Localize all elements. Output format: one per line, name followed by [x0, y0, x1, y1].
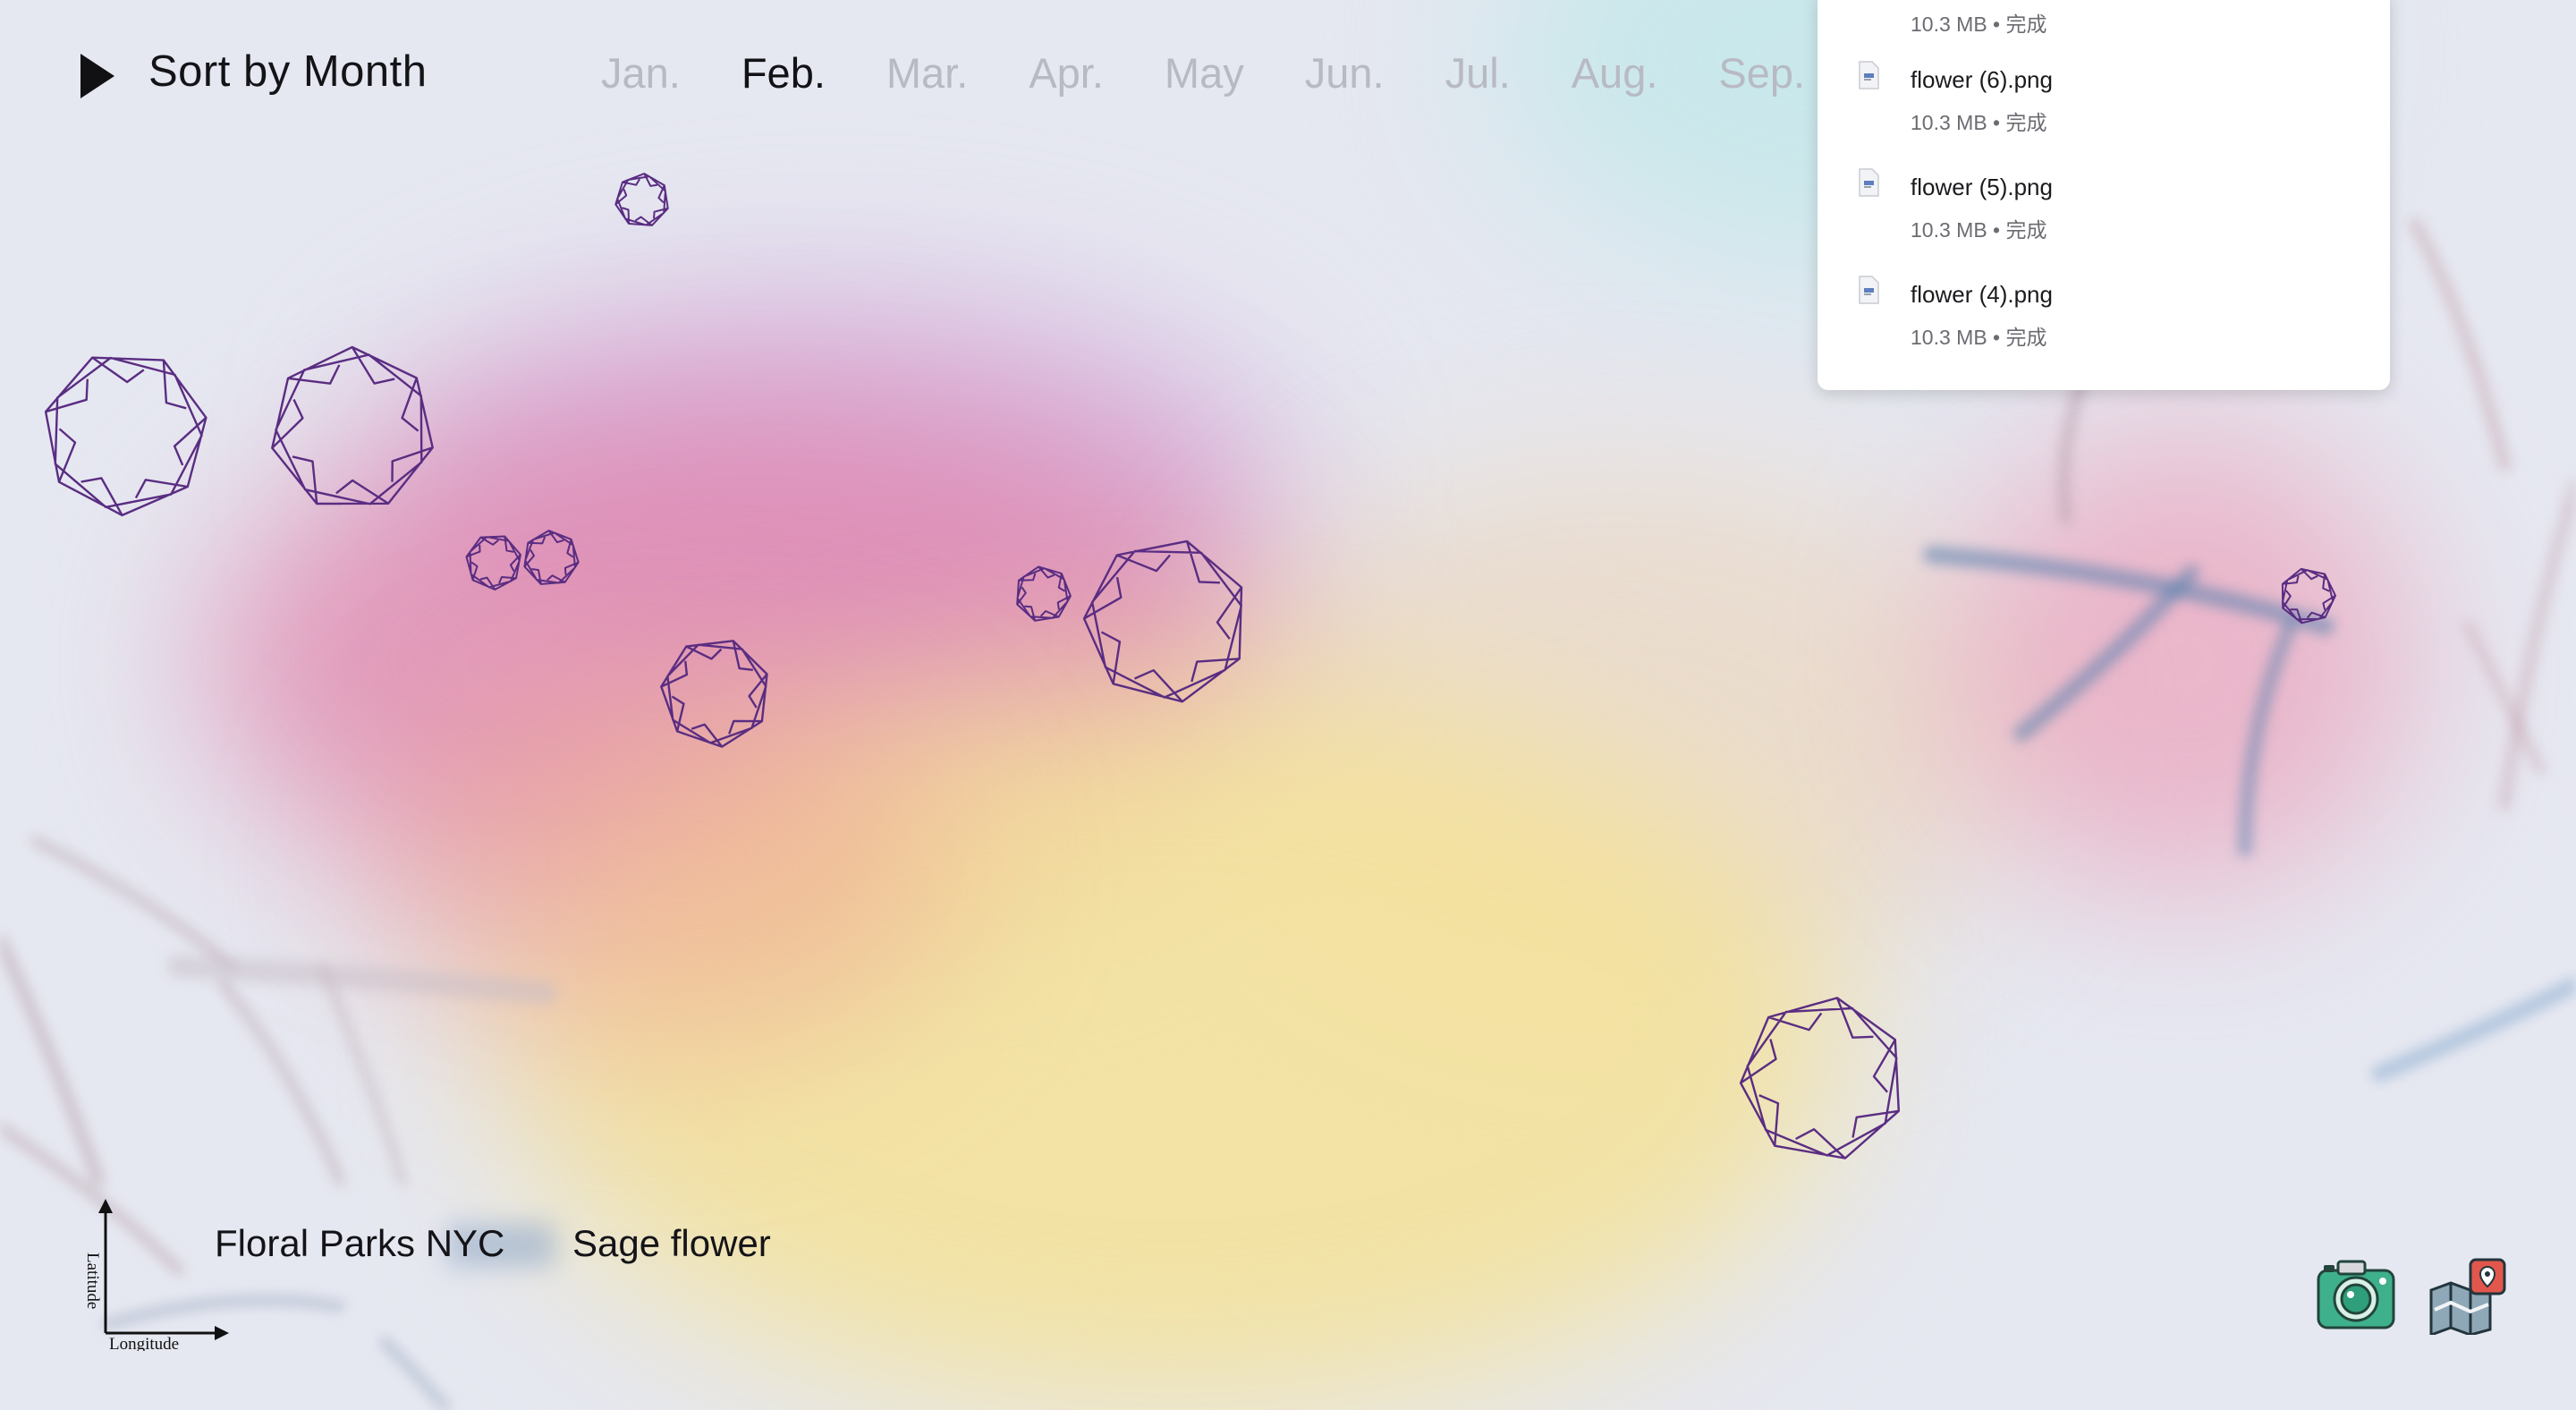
download-item[interactable]: flower (6).png 10.3 MB • 完成	[1818, 55, 2390, 154]
download-meta: 10.3 MB • 完成	[1911, 111, 2047, 134]
camera-icon	[2317, 1260, 2395, 1329]
file-icon	[1859, 61, 1879, 89]
axis-icon: Latitude Longitude	[83, 1199, 229, 1351]
flower-marker[interactable]	[271, 345, 434, 505]
download-filename: flower (5).png	[1911, 174, 2053, 200]
flower-marker[interactable]	[465, 535, 521, 590]
flower-marker[interactable]	[660, 640, 768, 748]
download-item[interactable]: flower (4).png 10.3 MB • 完成	[1818, 270, 2390, 369]
location-label[interactable]: Floral Parks NYC	[215, 1222, 504, 1265]
map-button[interactable]	[2428, 1258, 2508, 1338]
flower-marker[interactable]	[614, 173, 669, 226]
download-item[interactable]: flower (5).png 10.3 MB • 完成	[1818, 163, 2390, 261]
flower-marker[interactable]	[2281, 567, 2336, 624]
flower-marker[interactable]	[523, 530, 580, 585]
map-icon	[2429, 1258, 2506, 1338]
downloads-panel: 10.3 MB • 完成 flower (6).png 10.3 MB • 完成…	[1818, 0, 2390, 390]
download-meta: 10.3 MB • 完成	[1911, 326, 2047, 349]
download-filename: flower (6).png	[1911, 66, 2053, 93]
download-filename: flower (4).png	[1911, 281, 2053, 308]
flower-marker[interactable]	[1082, 539, 1243, 703]
download-meta: 10.3 MB • 完成	[1911, 13, 2047, 36]
flower-marker[interactable]	[44, 356, 208, 517]
axis-x-label: Longitude	[109, 1335, 179, 1351]
download-meta: 10.3 MB • 完成	[1911, 218, 2047, 242]
flower-name-label: Sage flower	[572, 1222, 771, 1264]
flower-marker[interactable]	[1739, 997, 1900, 1159]
axis-y-label: Latitude	[83, 1253, 102, 1309]
flower-marker[interactable]	[1016, 565, 1072, 622]
camera-button[interactable]	[2315, 1256, 2397, 1331]
file-icon	[1859, 168, 1879, 197]
file-icon	[1859, 276, 1879, 304]
